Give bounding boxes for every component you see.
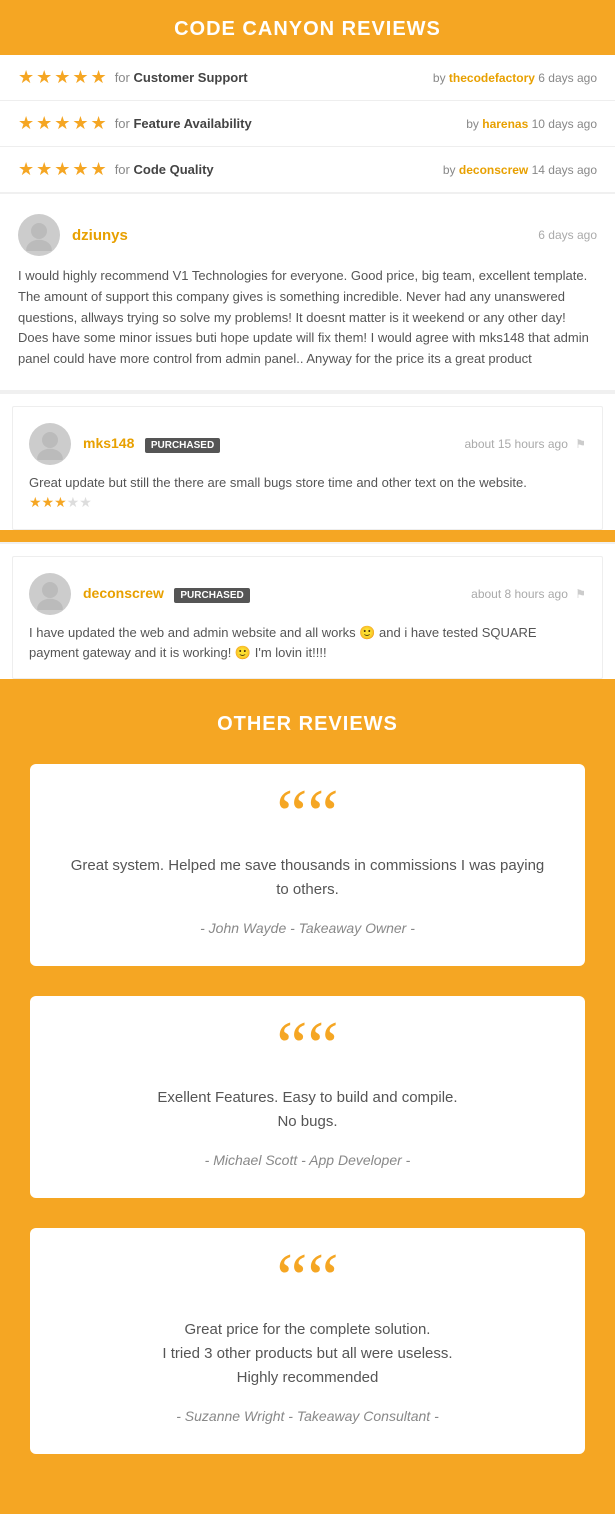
rating-left: ★★★★★ for Code Quality [18, 159, 214, 180]
deconscrew-review-header: deconscrew PURCHASED about 8 hours ago ⚑ [29, 573, 586, 615]
rating-time: 6 days ago [538, 71, 597, 85]
deconscrew-review-section: deconscrew PURCHASED about 8 hours ago ⚑… [0, 542, 615, 679]
mks148-text: Great update but still the there are sma… [29, 475, 527, 490]
star-icons: ★★★★★ [18, 67, 109, 88]
rating-author-link[interactable]: harenas [482, 117, 528, 131]
dziunys-author-name: dziunys [72, 227, 128, 244]
mks148-review-section: mks148 PURCHASED about 15 hours ago ⚑ Gr… [0, 392, 615, 531]
rating-row-code-quality: ★★★★★ for Code Quality by deconscrew 14 … [0, 147, 615, 192]
star-icons: ★★★★★ [18, 159, 109, 180]
rating-category: Customer Support [133, 70, 247, 85]
mks148-review-header: mks148 PURCHASED about 15 hours ago ⚑ [29, 423, 586, 465]
mini-stars-filled: ★★★ [29, 494, 67, 510]
dziunys-header: dziunys 6 days ago [18, 214, 597, 256]
flag-icon: ⚑ [575, 437, 586, 451]
deconscrew-avatar [29, 573, 71, 615]
mks148-time: about 15 hours ago [464, 437, 567, 451]
rating-section: ★★★★★ for Customer Support by thecodefac… [0, 55, 615, 192]
mks148-review-card: mks148 PURCHASED about 15 hours ago ⚑ Gr… [12, 406, 603, 531]
avatar-icon [34, 578, 66, 610]
rating-meta: by thecodefactory 6 days ago [433, 71, 597, 85]
deconscrew-purchased-badge: PURCHASED [174, 588, 249, 603]
quote-mark-icon: ““ [70, 794, 545, 836]
testimonial-text-3: Great price for the complete solution.I … [70, 1318, 545, 1390]
deconscrew-review-card: deconscrew PURCHASED about 8 hours ago ⚑… [12, 556, 603, 679]
page-title: CODE CANYON REVIEWS [10, 18, 605, 41]
other-reviews-title: OTHER REVIEWS [10, 713, 605, 736]
testimonial-card-2: ““ Exellent Features. Easy to build and … [30, 996, 585, 1198]
rating-author-link[interactable]: thecodefactory [449, 71, 535, 85]
star-icons: ★★★★★ [18, 113, 109, 134]
deconscrew-author-section: deconscrew PURCHASED [29, 573, 250, 615]
rating-left: ★★★★★ for Feature Availability [18, 113, 252, 134]
mks148-author-section: mks148 PURCHASED [29, 423, 220, 465]
mks148-meta: about 15 hours ago ⚑ [464, 437, 586, 451]
quote-mark-icon: ““ [70, 1258, 545, 1300]
quote-mark-icon: ““ [70, 1026, 545, 1068]
mks148-avatar [29, 423, 71, 465]
deconscrew-time: about 8 hours ago [471, 587, 568, 601]
rating-category: Code Quality [133, 162, 213, 177]
flag-icon: ⚑ [575, 587, 586, 601]
dziunys-text: I would highly recommend V1 Technologies… [18, 266, 597, 370]
deconscrew-review-text: I have updated the web and admin website… [29, 623, 586, 662]
testimonial-author-2: - Michael Scott - App Developer - [70, 1152, 545, 1168]
dziunys-avatar [18, 214, 60, 256]
testimonial-author-1: - John Wayde - Takeaway Owner - [70, 920, 545, 936]
deconscrew-author-info: deconscrew PURCHASED [83, 585, 250, 603]
testimonial-text-2: Exellent Features. Easy to build and com… [70, 1086, 545, 1134]
rating-author-link[interactable]: deconscrew [459, 163, 528, 177]
testimonial-text-1: Great system. Helped me save thousands i… [70, 854, 545, 902]
mini-stars-empty: ★★ [67, 494, 92, 510]
dziunys-author-section: dziunys [18, 214, 128, 256]
deconscrew-author-name: deconscrew [83, 585, 164, 601]
rating-meta: by harenas 10 days ago [466, 117, 597, 131]
rating-time: 10 days ago [532, 117, 597, 131]
mks148-author-name: mks148 [83, 435, 134, 451]
rating-row-customer-support: ★★★★★ for Customer Support by thecodefac… [0, 55, 615, 101]
rating-time: 14 days ago [532, 163, 597, 177]
rating-left: ★★★★★ for Customer Support [18, 67, 248, 88]
other-reviews-header: OTHER REVIEWS [0, 691, 615, 754]
avatar-icon [23, 219, 55, 251]
rating-for-label: for Customer Support [115, 70, 248, 85]
testimonial-card-1: ““ Great system. Helped me save thousand… [30, 764, 585, 966]
rating-meta: by deconscrew 14 days ago [443, 163, 597, 177]
avatar-icon [34, 428, 66, 460]
page-header: CODE CANYON REVIEWS [0, 0, 615, 55]
rating-category: Feature Availability [133, 116, 251, 131]
deconscrew-meta: about 8 hours ago ⚑ [471, 587, 586, 601]
testimonials-section: ““ Great system. Helped me save thousand… [0, 754, 615, 1514]
rating-for-label: for Code Quality [115, 162, 214, 177]
rating-for-label: for Feature Availability [115, 116, 252, 131]
mks148-purchased-badge: PURCHASED [145, 438, 220, 453]
dziunys-review-card: dziunys 6 days ago I would highly recomm… [0, 192, 615, 392]
testimonial-author-3: - Suzanne Wright - Takeaway Consultant - [70, 1408, 545, 1424]
rating-row-feature-availability: ★★★★★ for Feature Availability by harena… [0, 101, 615, 147]
dziunys-time: 6 days ago [538, 228, 597, 242]
testimonial-card-3: ““ Great price for the complete solution… [30, 1228, 585, 1454]
mks148-author-info: mks148 PURCHASED [83, 435, 220, 453]
mks148-review-text: Great update but still the there are sma… [29, 473, 586, 514]
